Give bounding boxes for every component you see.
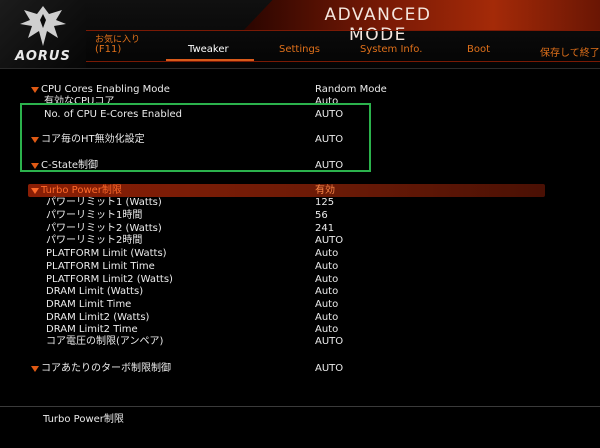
setting-row-per-core-turbo-limit[interactable]: コアあたりのターボ制限制御 AUTO <box>0 362 600 376</box>
tab-boot[interactable]: Boot <box>467 44 490 55</box>
brand-wordmark: AORUS <box>15 49 71 64</box>
help-description: Turbo Power制限 <box>43 414 124 425</box>
tab-system-info[interactable]: System Info. <box>360 44 422 55</box>
footer-divider <box>0 406 600 407</box>
setting-label: DRAM Limit Time <box>46 299 132 310</box>
setting-value[interactable]: Auto <box>315 298 338 312</box>
annotation-highlight-box <box>20 103 371 172</box>
setting-row-power-limit-1-time[interactable]: パワーリミット1時間 56 <box>0 209 600 223</box>
setting-value[interactable]: Auto <box>315 247 338 261</box>
tab-settings[interactable]: Settings <box>279 44 320 55</box>
setting-row-platform-limit-time[interactable]: PLATFORM Limit Time Auto <box>0 260 600 274</box>
setting-value[interactable]: Auto <box>315 285 338 299</box>
favorites-key[interactable]: (F11) <box>95 44 121 55</box>
setting-value[interactable]: 125 <box>315 196 334 210</box>
collapse-triangle-icon[interactable] <box>31 188 39 194</box>
setting-label: PLATFORM Limit Time <box>46 261 155 272</box>
setting-label: パワーリミット1時間 <box>46 210 143 221</box>
setting-value[interactable]: AUTO <box>315 335 343 349</box>
setting-row-power-limit-1[interactable]: パワーリミット1 (Watts) 125 <box>0 196 600 210</box>
mode-title[interactable]: ADVANCED MODE <box>293 5 463 45</box>
setting-row-platform-limit[interactable]: PLATFORM Limit (Watts) Auto <box>0 247 600 261</box>
collapse-triangle-icon[interactable] <box>31 87 39 93</box>
setting-row-dram-limit[interactable]: DRAM Limit (Watts) Auto <box>0 285 600 299</box>
tab-tweaker[interactable]: Tweaker <box>188 44 229 55</box>
aorus-eagle-logo <box>20 6 66 46</box>
brand-panel: AORUS <box>0 0 86 68</box>
setting-value[interactable]: AUTO <box>315 362 343 376</box>
setting-label: コア電圧の制限(アンペア) <box>46 336 164 347</box>
header-bar: AORUS ADVANCED MODE お気に入り (F11) Tweaker … <box>0 0 600 69</box>
setting-label: パワーリミット1 (Watts) <box>46 197 162 208</box>
setting-label: PLATFORM Limit (Watts) <box>46 248 167 259</box>
setting-label: パワーリミット2時間 <box>46 235 143 246</box>
setting-value[interactable]: 56 <box>315 209 328 223</box>
setting-row-power-limit-2-time[interactable]: パワーリミット2時間 AUTO <box>0 234 600 248</box>
tab-divider <box>86 61 600 62</box>
setting-value[interactable]: Auto <box>315 260 338 274</box>
tab-save-exit[interactable]: 保存して終了 <box>540 44 600 59</box>
setting-label: コアあたりのターボ制限制御 <box>41 363 171 374</box>
setting-row-dram-limit-time[interactable]: DRAM Limit Time Auto <box>0 298 600 312</box>
active-tab-underline <box>166 59 254 61</box>
collapse-triangle-icon[interactable] <box>31 366 39 372</box>
header-divider <box>86 30 600 31</box>
setting-row-core-current-limit[interactable]: コア電圧の制限(アンペア) AUTO <box>0 335 600 349</box>
setting-label: DRAM Limit (Watts) <box>46 286 144 297</box>
setting-value[interactable]: AUTO <box>315 234 343 248</box>
